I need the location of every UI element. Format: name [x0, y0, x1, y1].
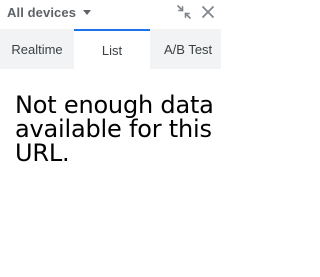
close-button[interactable] [200, 4, 216, 20]
caret-down-icon [83, 10, 92, 15]
panel-header: All devices [0, 0, 221, 28]
close-icon [201, 5, 215, 19]
device-filter-dropdown[interactable]: All devices [7, 3, 92, 21]
collapse-icon [176, 4, 192, 20]
device-filter-label: All devices [7, 4, 77, 20]
tab-realtime[interactable]: Realtime [0, 29, 74, 69]
view-tabs: Realtime List A/B Test [0, 29, 221, 69]
tab-list[interactable]: List [74, 29, 150, 69]
empty-state-message: Not enough data available for this URL. [15, 91, 214, 167]
collapse-button[interactable] [176, 4, 192, 20]
tab-ab-test[interactable]: A/B Test [150, 29, 221, 69]
